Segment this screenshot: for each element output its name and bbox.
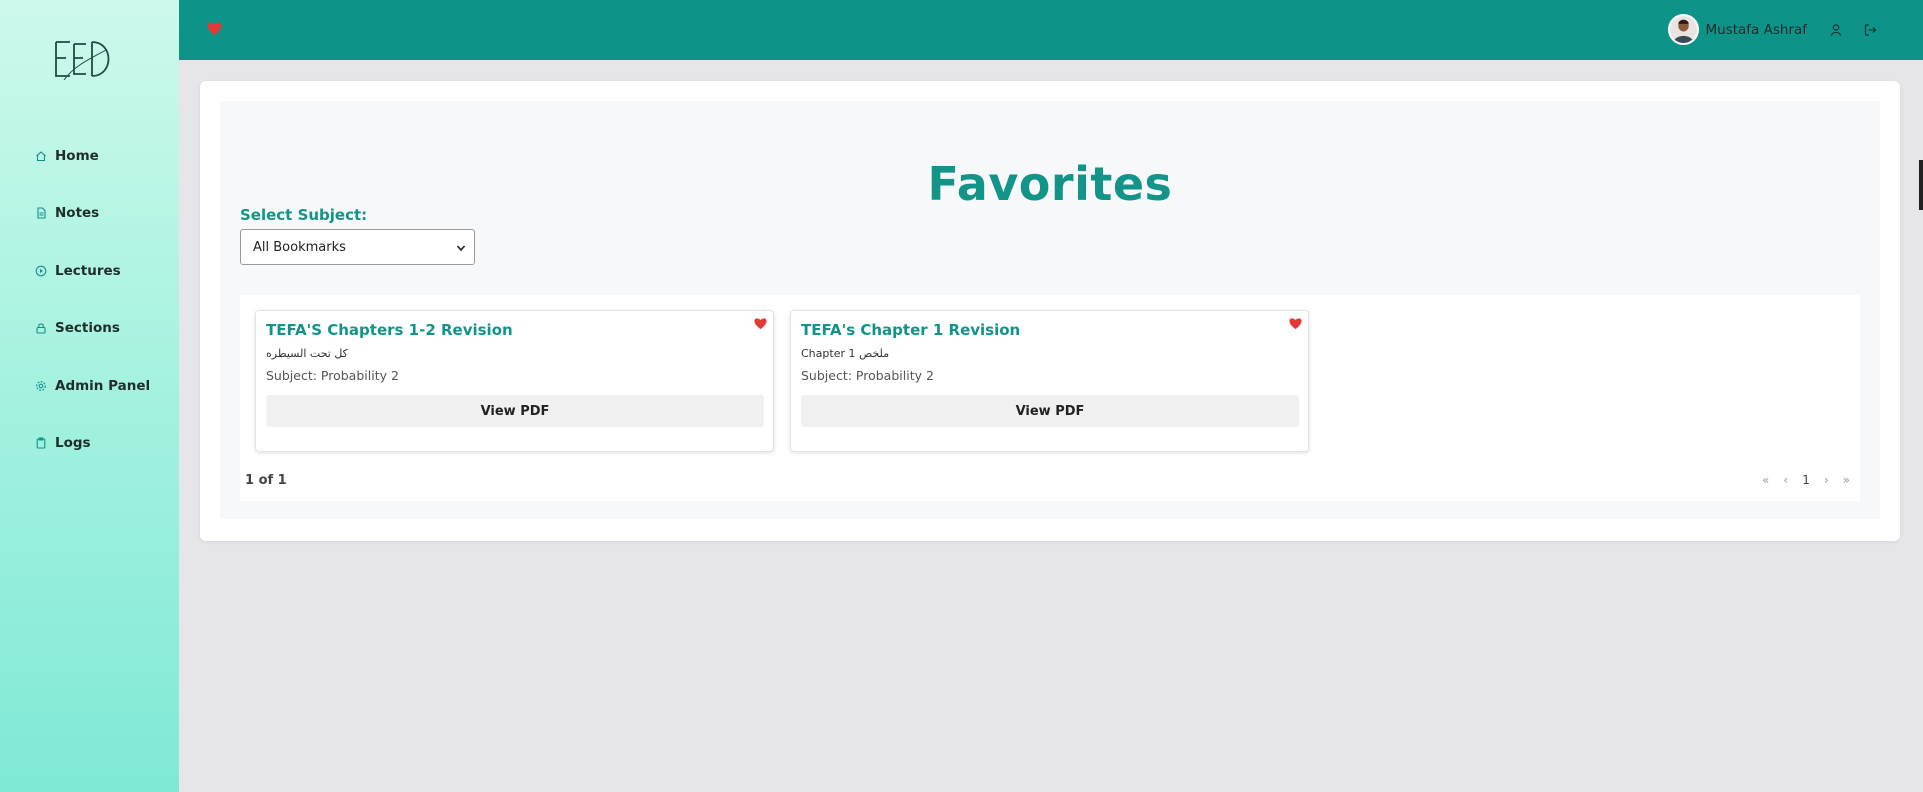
sidebar-nav: Home Notes Lectures Sections Admin Panel [0, 127, 179, 472]
card-title: TEFA's Chapter 1 Revision [801, 321, 1021, 339]
select-subject-label: Select Subject: [240, 206, 368, 224]
page-title: Favorites [927, 157, 1173, 211]
clipboard-icon [35, 437, 47, 449]
card-description: Chapter 1 ملخص [801, 347, 890, 360]
heart-icon[interactable] [753, 315, 768, 330]
next-page-button[interactable]: › [1824, 473, 1829, 487]
sidebar-item-label: Sections [55, 320, 120, 337]
page-number-button[interactable]: 1 [1802, 473, 1810, 487]
sidebar-item-logs[interactable]: Logs [0, 415, 179, 473]
avatar[interactable] [1668, 14, 1700, 45]
first-page-button[interactable]: « [1762, 473, 1769, 487]
prev-page-button[interactable]: ‹ [1783, 473, 1788, 487]
pagination: « ‹ 1 › » [1748, 473, 1850, 487]
bookmark-card: TEFA's Chapter 1 Revision Chapter 1 ملخص… [790, 310, 1309, 452]
sidebar-item-home[interactable]: Home [0, 127, 179, 185]
user-name[interactable]: Mustafa Ashraf [1705, 22, 1807, 38]
user-icon[interactable] [1829, 23, 1843, 37]
app-logo[interactable] [52, 36, 118, 82]
favorites-panel: Favorites Select Subject: All Bookmarks … [200, 81, 1900, 541]
bookmark-card: TEFA'S Chapters 1-2 Revision كل تحت السي… [255, 310, 774, 452]
sidebar-item-notes[interactable]: Notes [0, 185, 179, 243]
view-pdf-button[interactable]: View PDF [266, 395, 764, 427]
page-info: 1 of 1 [245, 473, 287, 488]
sidebar-item-label: Home [55, 147, 99, 164]
sidebar-item-label: Admin Panel [55, 377, 151, 394]
card-subject: Subject: Probability 2 [266, 368, 399, 383]
logout-icon[interactable] [1863, 23, 1877, 37]
sidebar-item-admin-panel[interactable]: Admin Panel [0, 357, 179, 415]
heart-icon[interactable] [1288, 315, 1303, 330]
user-area: Mustafa Ashraf [1668, 14, 1891, 45]
card-subject: Subject: Probability 2 [801, 368, 934, 383]
sidebar-item-lectures[interactable]: Lectures [0, 242, 179, 300]
lock-icon [35, 322, 47, 334]
card-title: TEFA'S Chapters 1-2 Revision [266, 321, 513, 339]
sidebar: Home Notes Lectures Sections Admin Panel [0, 0, 179, 792]
sidebar-item-label: Lectures [55, 262, 121, 279]
top-bar: Mustafa Ashraf [179, 0, 1923, 60]
gear-icon [35, 380, 47, 392]
chevron-down-icon [456, 242, 466, 252]
scrollbar-thumb[interactable] [1919, 160, 1923, 210]
document-icon [35, 207, 47, 219]
bookmarks-grid: TEFA'S Chapters 1-2 Revision كل تحت السي… [240, 295, 1860, 501]
last-page-button[interactable]: » [1843, 473, 1850, 487]
home-icon [35, 150, 47, 162]
sidebar-item-label: Notes [55, 205, 100, 222]
card-description: كل تحت السيطره [266, 347, 348, 360]
subject-select-value: All Bookmarks [253, 239, 346, 255]
subject-select[interactable]: All Bookmarks [240, 229, 475, 265]
sidebar-item-sections[interactable]: Sections [0, 300, 179, 358]
heart-icon[interactable] [206, 21, 223, 36]
favorites-container: Favorites Select Subject: All Bookmarks … [220, 101, 1880, 519]
sidebar-item-label: Logs [55, 435, 91, 452]
play-circle-icon [35, 265, 47, 277]
view-pdf-button[interactable]: View PDF [801, 395, 1299, 427]
